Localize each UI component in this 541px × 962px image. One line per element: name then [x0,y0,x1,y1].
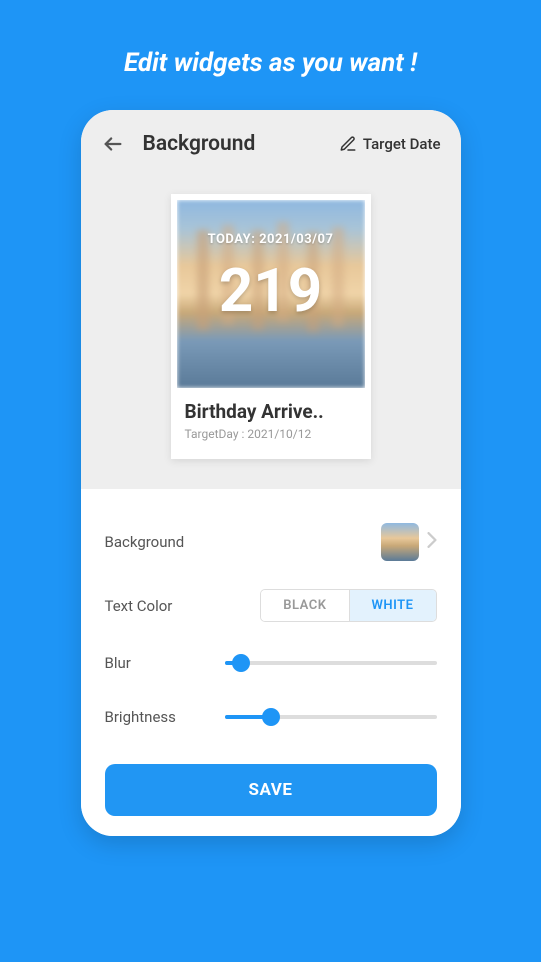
text-color-white-button[interactable]: WHITE [350,590,436,621]
header: Background Target Date [81,110,461,174]
today-label: TODAY: 2021/03/07 [208,232,334,247]
edit-icon [339,135,357,153]
promo-title: Edit widgets as you want ! [124,48,417,78]
target-date-label: Target Date [363,135,441,153]
blur-row: Blur [105,636,437,690]
preview-area: TODAY: 2021/03/07 219 Birthday Arrive.. … [81,174,461,489]
widget-subtitle: TargetDay : 2021/10/12 [177,427,365,453]
page-title: Background [143,132,339,156]
brightness-label: Brightness [105,708,225,726]
text-color-toggle: BLACK WHITE [260,589,436,622]
controls-panel: Background Text Color BLACK WHITE Blur [81,489,461,836]
text-color-black-button[interactable]: BLACK [261,590,349,621]
widget-image: TODAY: 2021/03/07 219 [177,200,365,388]
text-color-label: Text Color [105,597,261,615]
back-icon[interactable] [101,132,125,156]
target-date-button[interactable]: Target Date [339,135,441,153]
widget-card: TODAY: 2021/03/07 219 Birthday Arrive.. … [171,194,371,459]
background-label: Background [105,533,381,551]
background-thumbnail [381,523,419,561]
text-color-row: Text Color BLACK WHITE [105,575,437,636]
save-button[interactable]: SAVE [105,764,437,816]
countdown-number: 219 [219,255,322,326]
blur-slider[interactable] [225,661,437,665]
chevron-right-icon [427,532,437,552]
brightness-row: Brightness [105,690,437,744]
phone-frame: Background Target Date TODAY: 2021/03/07… [81,110,461,836]
blur-label: Blur [105,654,225,672]
blur-slider-thumb[interactable] [232,654,250,672]
background-row[interactable]: Background [105,509,437,575]
widget-title: Birthday Arrive.. [177,388,365,427]
brightness-slider[interactable] [225,715,437,719]
brightness-slider-thumb[interactable] [262,708,280,726]
